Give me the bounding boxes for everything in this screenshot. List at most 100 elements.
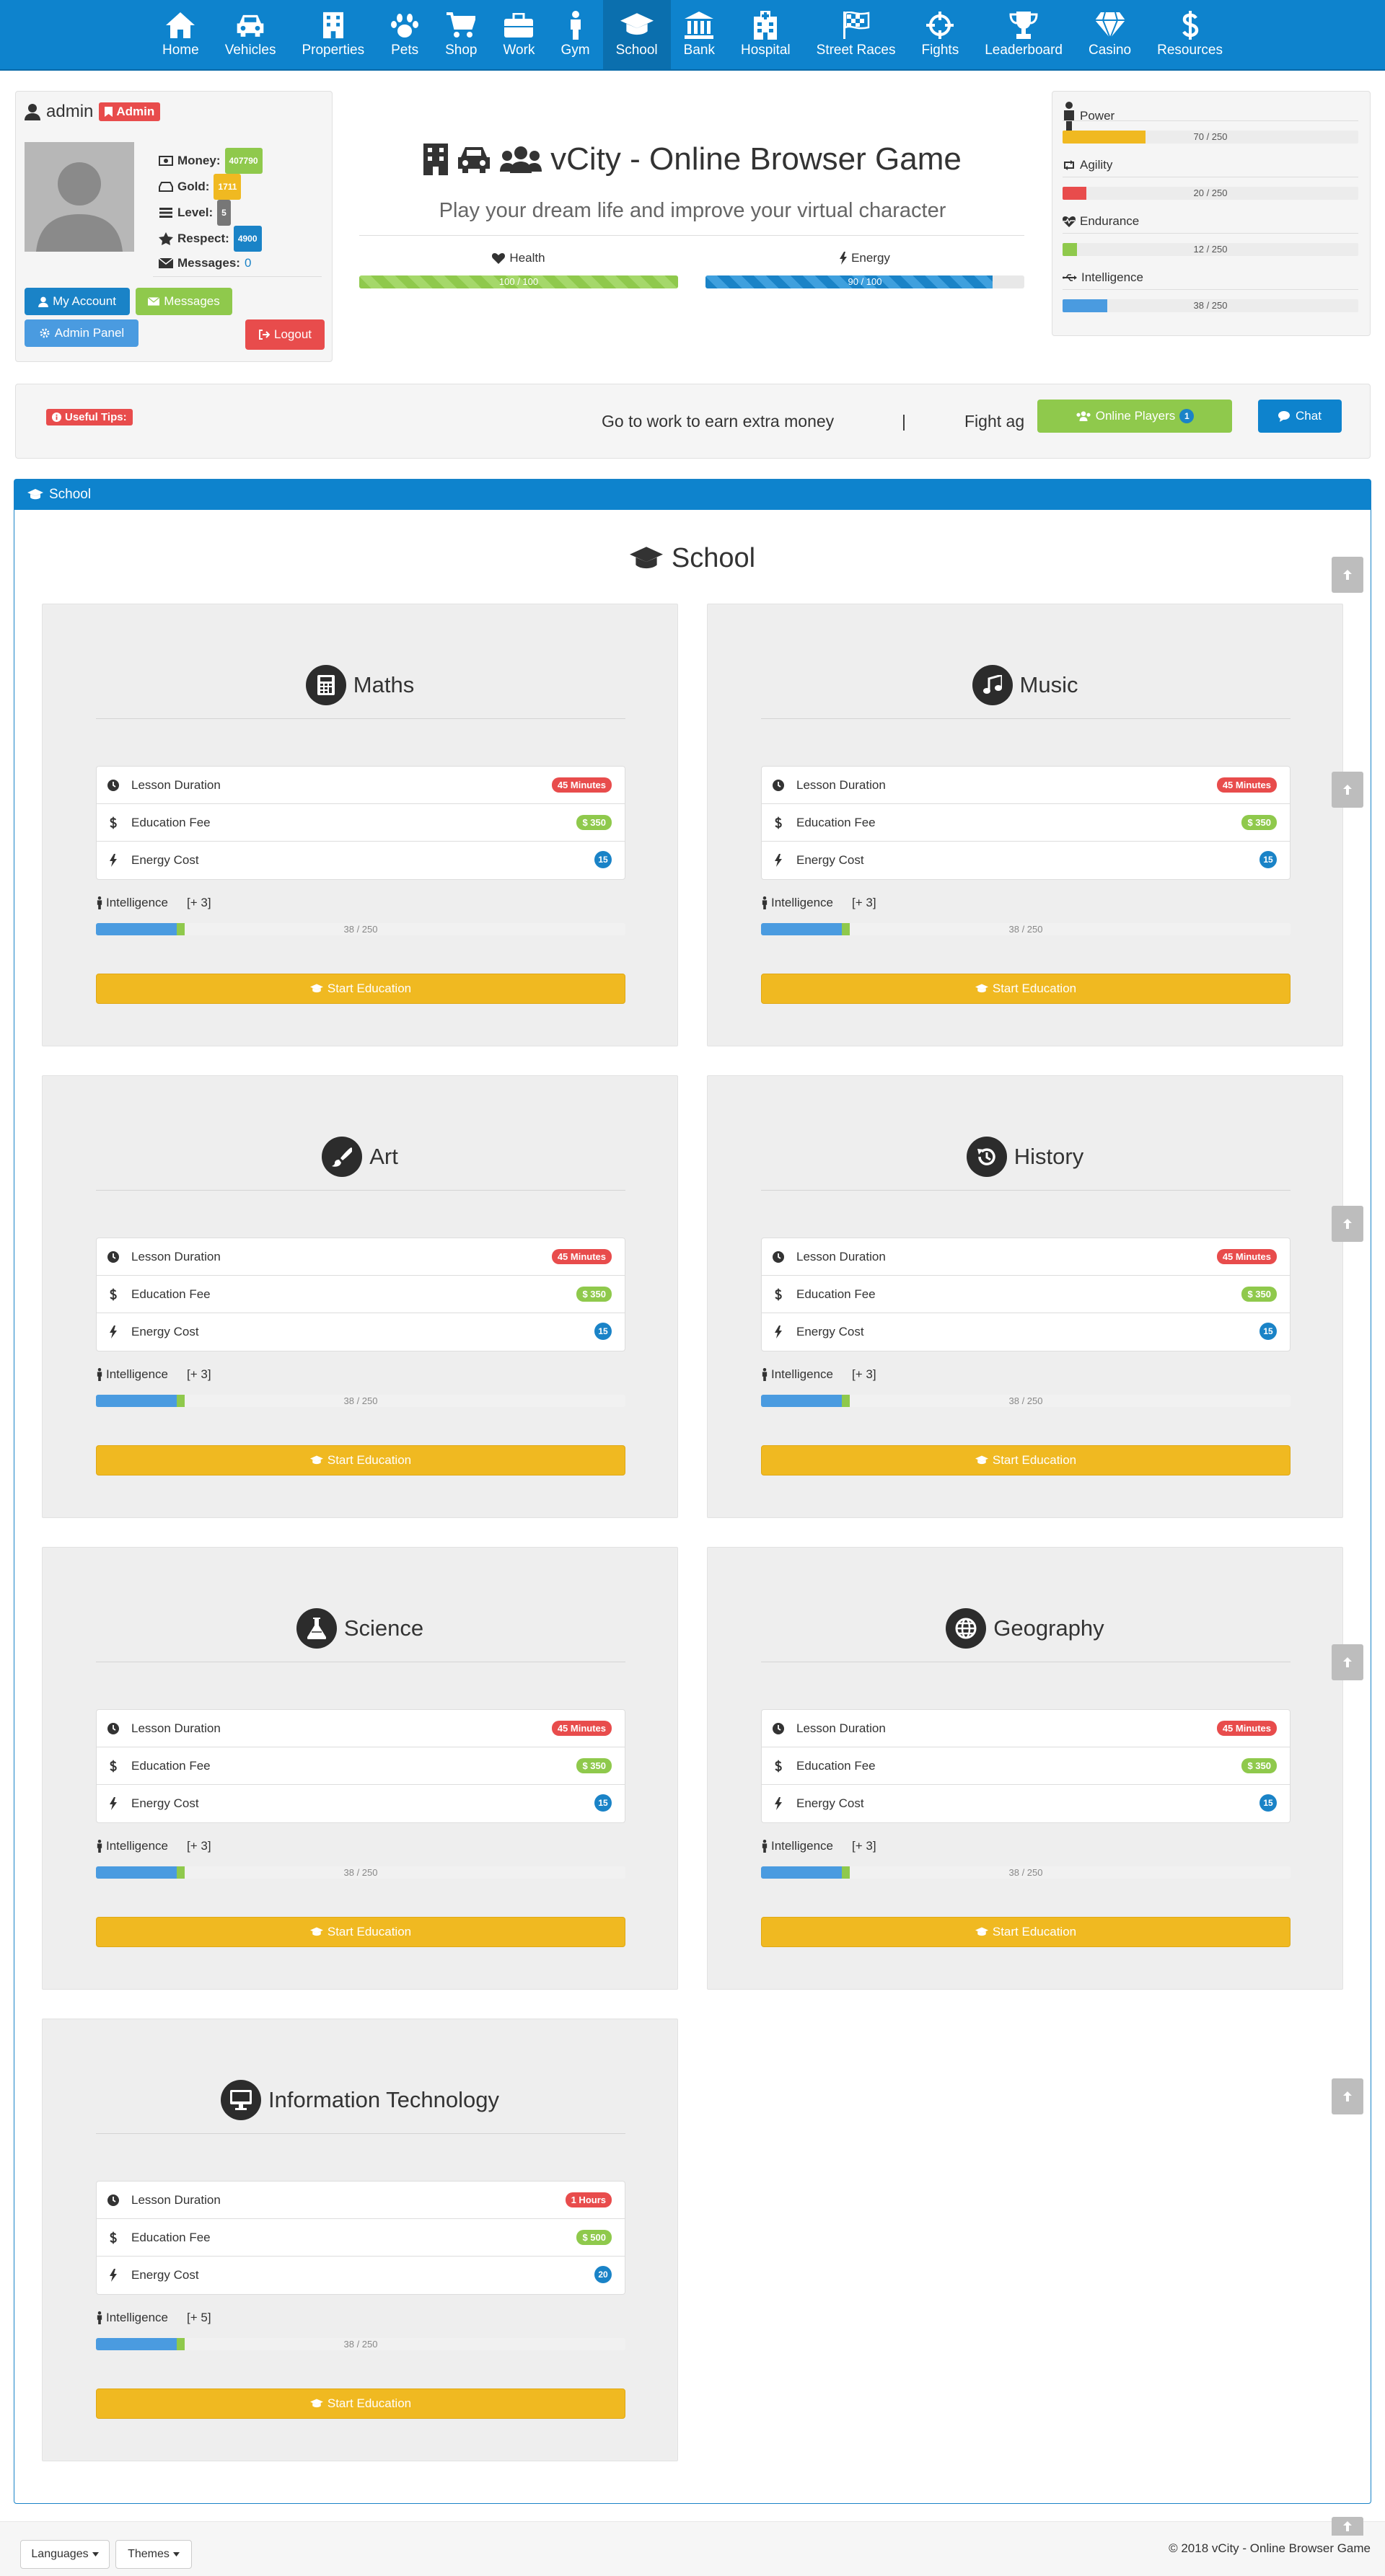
logout-button[interactable]: Logout xyxy=(245,319,325,350)
themes-dropdown[interactable]: Themes xyxy=(115,2540,192,2569)
nav-label: Leaderboard xyxy=(985,43,1063,58)
nav-properties[interactable]: Properties xyxy=(289,0,377,69)
start-education-button[interactable]: Start Education xyxy=(96,974,625,1004)
car-icon xyxy=(236,14,265,37)
bookmark-icon xyxy=(105,107,113,117)
attr-power: Power xyxy=(1063,102,1114,131)
user-icon xyxy=(38,296,48,307)
nav-vehicles[interactable]: Vehicles xyxy=(212,0,289,69)
attr-bar: 38 / 250 xyxy=(1063,299,1358,312)
messages-row: Messages: 0 xyxy=(159,252,263,275)
home-icon xyxy=(166,12,195,38)
nav-casino[interactable]: Casino xyxy=(1076,0,1144,69)
star-icon xyxy=(159,232,173,245)
arrow-up-icon xyxy=(1342,1657,1353,1667)
bolt-icon xyxy=(110,1326,117,1338)
scroll-top-button[interactable] xyxy=(1332,2078,1363,2114)
clock-icon xyxy=(107,779,119,791)
course-title: Geography xyxy=(708,1608,1342,1649)
scroll-top-button[interactable] xyxy=(1332,1644,1363,1680)
logout-label: Logout xyxy=(274,327,312,341)
course-icon-circle xyxy=(296,1608,337,1649)
scroll-top-button[interactable] xyxy=(1332,557,1363,593)
intelligence-bonus: [+ 3] xyxy=(852,896,876,909)
top-navbar: Home Vehicles Properties Pets Shop Work Gym Sch… xyxy=(0,0,1385,71)
graduation-cap-icon xyxy=(975,1927,988,1937)
male-icon xyxy=(761,1368,768,1381)
intelligence-progress: 38 / 250 xyxy=(761,923,1291,935)
course-title: Information Technology xyxy=(43,2080,677,2120)
energy-cost-badge: 15 xyxy=(594,851,612,868)
scroll-top-button[interactable] xyxy=(1332,772,1363,808)
usd-icon xyxy=(775,1760,782,1773)
intelligence-bonus: [+ 3] xyxy=(187,1367,211,1381)
flag-checkered-icon xyxy=(843,12,870,39)
intelligence-label: Intelligence xyxy=(106,1839,169,1853)
divider xyxy=(359,235,1024,236)
divider xyxy=(96,718,625,719)
nav-shop[interactable]: Shop xyxy=(432,0,490,69)
start-education-button[interactable]: Start Education xyxy=(96,1445,625,1476)
health-label-text: Health xyxy=(509,251,545,265)
graduation-cap-icon xyxy=(309,984,323,994)
nav-bank[interactable]: Bank xyxy=(671,0,728,69)
clock-icon xyxy=(773,1250,784,1263)
bolt-icon xyxy=(840,252,848,265)
energy-cost-label: Energy Cost xyxy=(131,1796,199,1810)
scroll-top-button[interactable] xyxy=(1332,2517,1363,2536)
scroll-top-button[interactable] xyxy=(1332,1206,1363,1242)
nav-street-races[interactable]: Street Races xyxy=(804,0,909,69)
nav-label: Home xyxy=(162,43,199,58)
nav-pets[interactable]: Pets xyxy=(377,0,432,69)
course-details: Lesson Duration 45 Minutes Education Fee $… xyxy=(761,1709,1291,1823)
nav-label: Vehicles xyxy=(224,43,276,58)
start-education-button[interactable]: Start Education xyxy=(761,974,1291,1004)
messages-count[interactable]: 0 xyxy=(245,252,251,275)
nav-hospital[interactable]: Hospital xyxy=(728,0,804,69)
nav-work[interactable]: Work xyxy=(490,0,548,69)
chat-button[interactable]: Chat xyxy=(1258,400,1342,433)
languages-dropdown[interactable]: Languages xyxy=(20,2540,110,2569)
admin-panel-button[interactable]: Admin Panel xyxy=(25,319,138,347)
course-name: Maths xyxy=(353,672,415,697)
education-fee-label: Education Fee xyxy=(796,1287,876,1301)
avatar[interactable] xyxy=(25,142,134,252)
male-icon xyxy=(761,1840,768,1853)
lesson-duration-badge: 45 Minutes xyxy=(551,1721,612,1736)
intelligence-bonus: [+ 3] xyxy=(852,1839,876,1853)
my-account-button[interactable]: My Account xyxy=(25,288,130,315)
start-education-button[interactable]: Start Education xyxy=(761,1917,1291,1947)
attr-name-text: Power xyxy=(1080,109,1115,123)
school-section: School School Maths Lesson Duration 45 Mi… xyxy=(14,479,1371,2504)
graduation-cap-icon xyxy=(309,1455,323,1465)
user-icon xyxy=(25,103,40,120)
arrow-up-icon xyxy=(1343,2521,1352,2531)
course-name: Information Technology xyxy=(268,2087,499,2112)
intelligence-progress: 38 / 250 xyxy=(96,1395,625,1407)
nav-home[interactable]: Home xyxy=(149,0,212,69)
nav-gym[interactable]: Gym xyxy=(548,0,602,69)
education-fee-badge: $ 350 xyxy=(1241,1287,1277,1302)
caret-down-icon xyxy=(92,2552,99,2557)
energy-cost-badge: 15 xyxy=(1259,1794,1277,1812)
start-education-button[interactable]: Start Education xyxy=(96,2388,625,2419)
intelligence-progress: 38 / 250 xyxy=(761,1395,1291,1407)
start-education-button[interactable]: Start Education xyxy=(761,1445,1291,1476)
nav-school[interactable]: School xyxy=(602,0,671,69)
heart-icon xyxy=(492,253,506,264)
nav-leaderboard[interactable]: Leaderboard xyxy=(972,0,1076,69)
nav-resources[interactable]: Resources xyxy=(1144,0,1236,69)
usd-icon xyxy=(775,816,782,829)
attr-agility: Agility xyxy=(1063,158,1112,172)
attr-bar-text: 20 / 250 xyxy=(1193,188,1228,198)
start-education-button[interactable]: Start Education xyxy=(96,1917,625,1947)
bolt-icon xyxy=(110,2269,117,2282)
course-card-art: Art Lesson Duration 45 Minutes Education … xyxy=(42,1075,678,1518)
lesson-duration-badge: 45 Minutes xyxy=(1216,1249,1277,1264)
attr-bar: 70 / 250 xyxy=(1063,131,1358,144)
nav-fights[interactable]: Fights xyxy=(908,0,972,69)
intelligence-label: Intelligence xyxy=(771,896,834,909)
start-education-label: Start Education xyxy=(992,982,1077,995)
messages-button[interactable]: Messages xyxy=(136,288,232,315)
online-players-button[interactable]: Online Players 1 xyxy=(1037,400,1232,433)
